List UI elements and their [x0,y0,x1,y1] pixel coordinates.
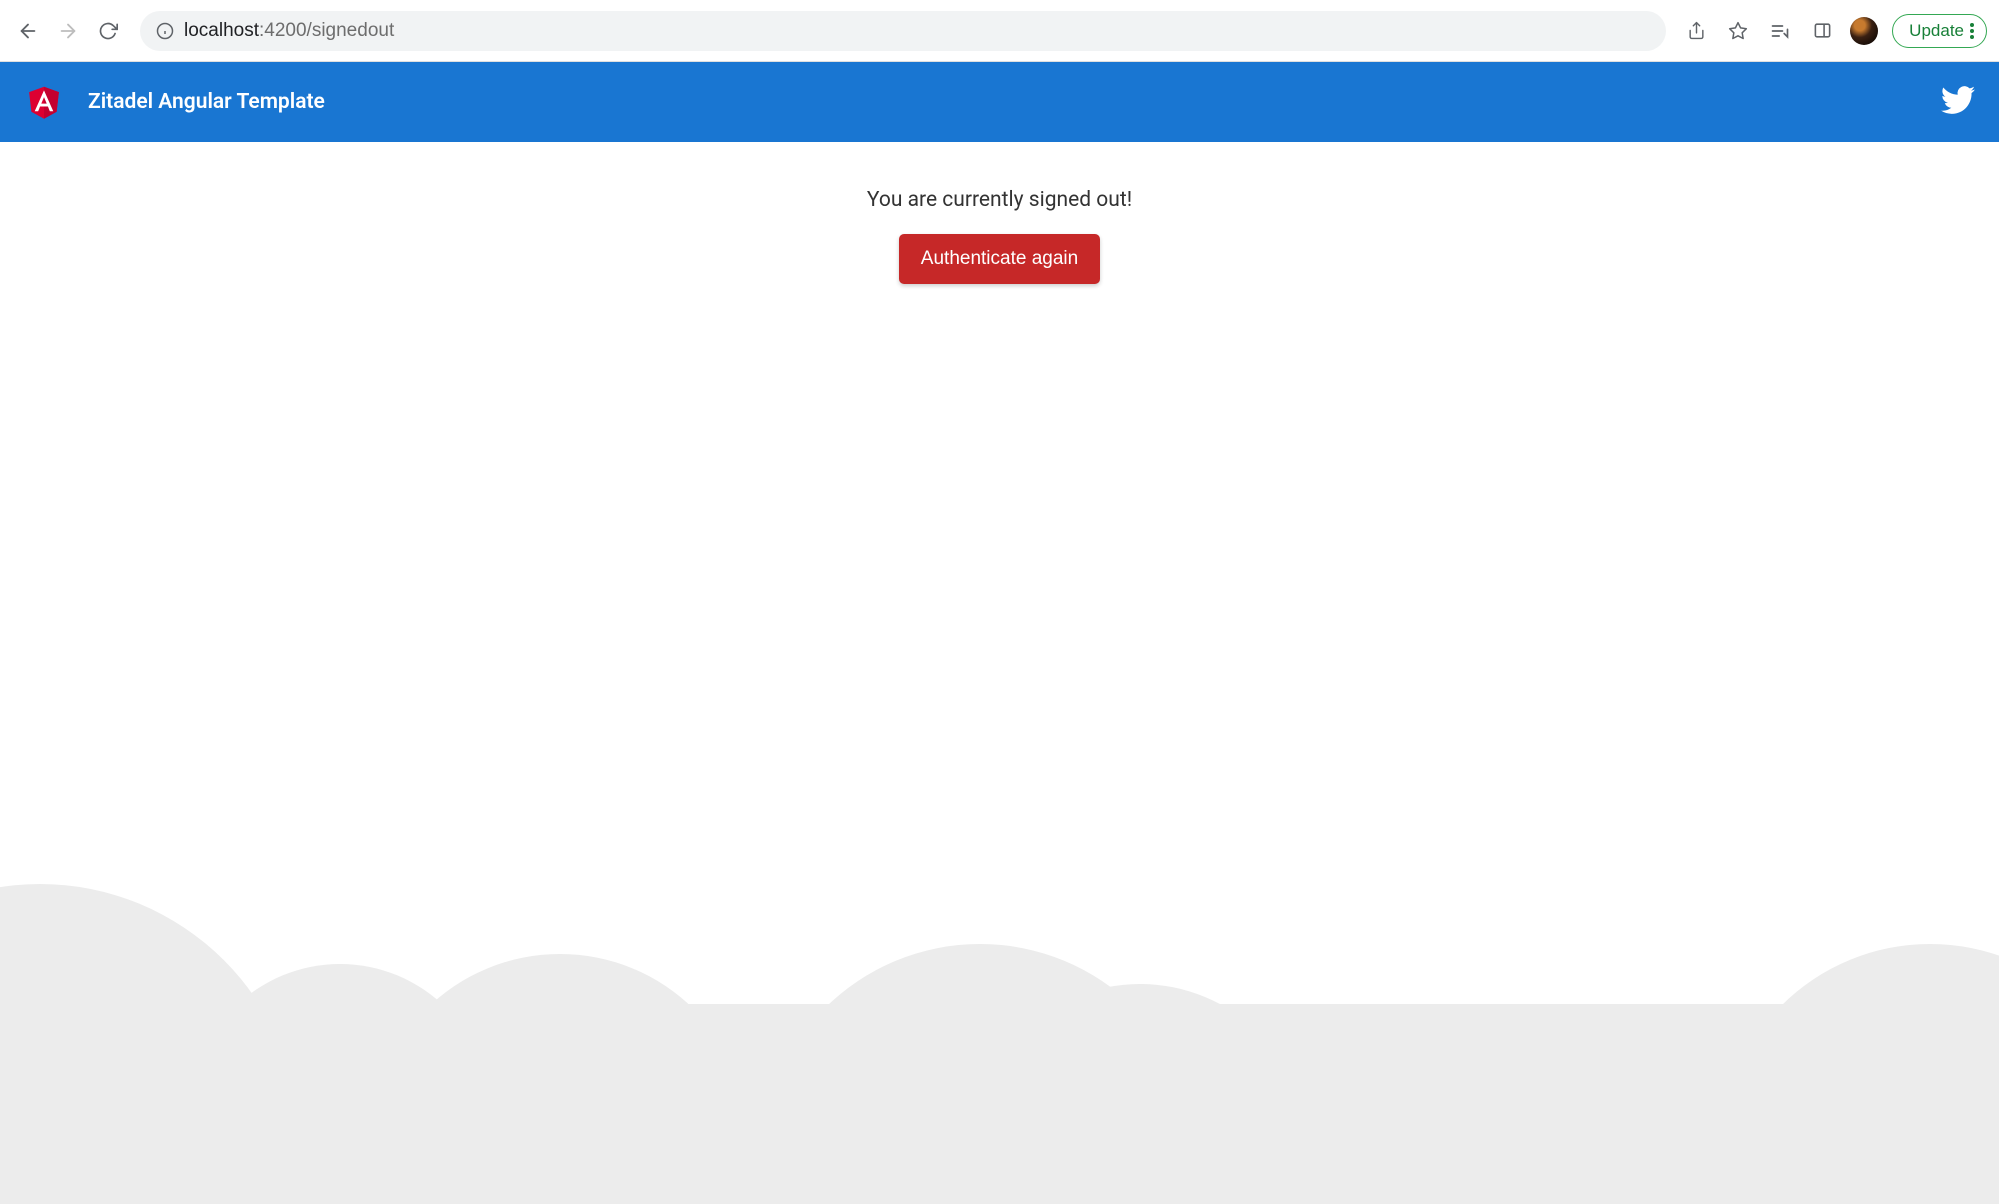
app-header-left: Zitadel Angular Template [24,81,325,123]
url-host: localhost [184,20,259,41]
twitter-icon [1941,83,1975,117]
browser-chrome: localhost:4200/signedout Update [0,0,1999,62]
clouds-decoration [0,784,1999,1204]
reading-list-icon[interactable] [1766,17,1794,45]
angular-logo-icon [24,81,64,123]
app-title: Zitadel Angular Template [88,90,325,114]
app-header: Zitadel Angular Template [0,62,1999,142]
url-text: localhost:4200/signedout [184,20,394,42]
address-bar[interactable]: localhost:4200/signedout [140,11,1666,51]
authenticate-button[interactable]: Authenticate again [899,234,1100,284]
forward-button [52,15,84,47]
twitter-link[interactable] [1941,83,1975,121]
arrow-left-icon [17,20,39,42]
panel-icon[interactable] [1808,17,1836,45]
star-icon[interactable] [1724,17,1752,45]
back-button[interactable] [12,15,44,47]
arrow-right-icon [57,20,79,42]
reload-button[interactable] [92,15,124,47]
avatar[interactable] [1850,17,1878,45]
kebab-menu-icon [1970,23,1974,39]
url-path: :4200/signedout [259,20,394,41]
update-button[interactable]: Update [1892,14,1987,48]
signed-out-message: You are currently signed out! [0,188,1999,212]
share-icon[interactable] [1682,17,1710,45]
reload-icon [98,21,118,41]
update-label: Update [1909,21,1964,41]
info-icon [156,22,174,40]
chrome-actions: Update [1682,14,1987,48]
main-content: You are currently signed out! Authentica… [0,142,1999,284]
nav-buttons [12,15,124,47]
